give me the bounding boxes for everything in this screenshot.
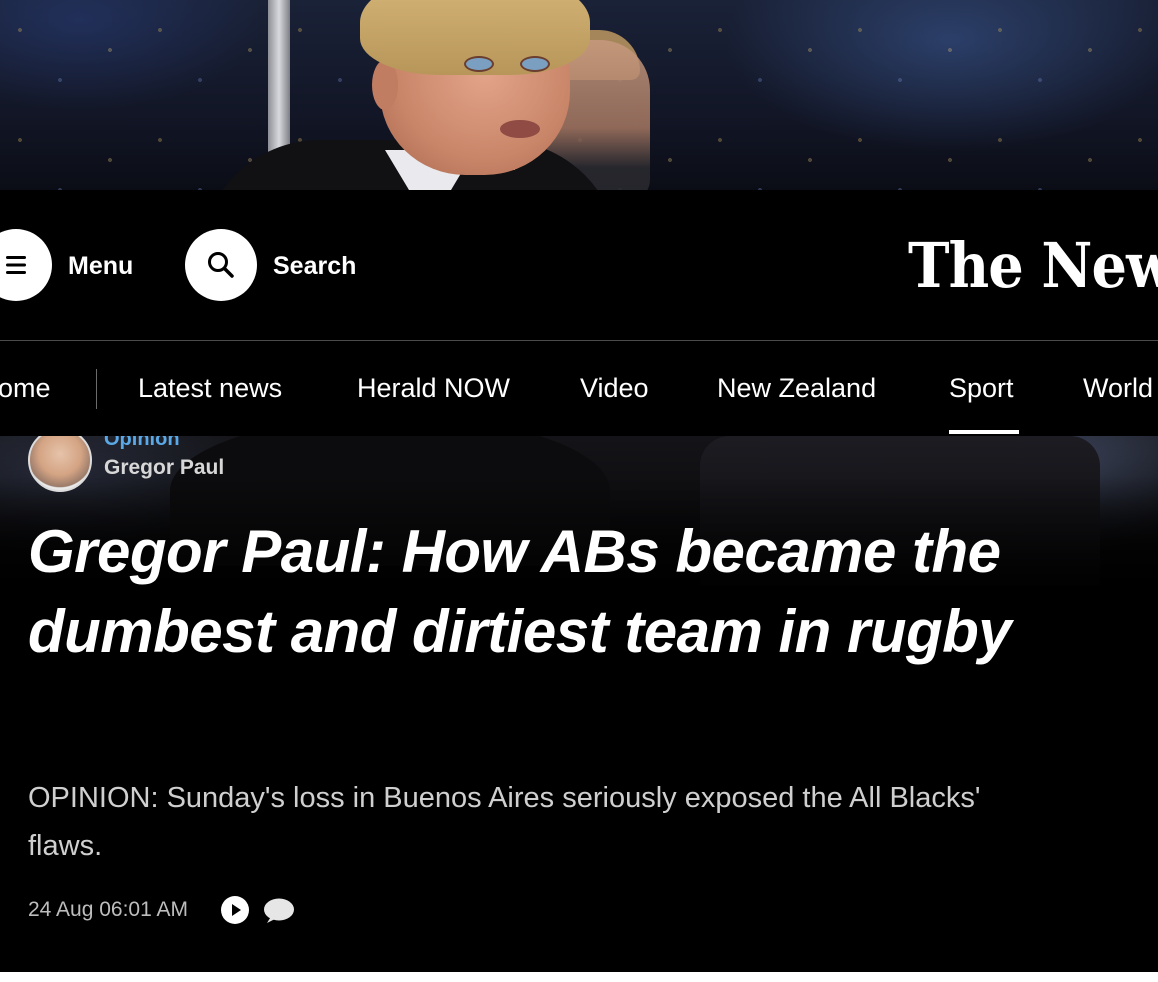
nav-item-new-zealand[interactable]: New Zealand <box>717 371 876 405</box>
menu-label[interactable]: Menu <box>68 250 133 282</box>
nav-item-latest-news[interactable]: Latest news <box>138 371 282 405</box>
search-button[interactable] <box>185 229 257 301</box>
hero-photo <box>0 0 1158 190</box>
hamburger-icon <box>6 256 26 274</box>
coach-mouth <box>500 120 540 138</box>
comment-icon[interactable] <box>263 897 295 925</box>
site-logo[interactable]: The New Z <box>908 226 1158 306</box>
publish-timestamp: 24 Aug 06:01 AM <box>28 898 188 921</box>
play-icon[interactable] <box>221 896 249 924</box>
article-hero: Opinion Gregor Paul Gregor Paul: How ABs… <box>0 436 1158 972</box>
nav-active-indicator <box>949 430 1019 434</box>
search-label[interactable]: Search <box>273 250 356 282</box>
section-nav: ome Latest news Herald NOW Video New Zea… <box>0 340 1158 436</box>
site-header: Menu Search The New Z <box>0 190 1158 340</box>
section-label[interactable]: Opinion <box>104 436 180 450</box>
nav-item-world[interactable]: World <box>1083 371 1153 405</box>
author-name[interactable]: Gregor Paul <box>104 455 224 481</box>
article-standfirst: OPINION: Sunday's loss in Buenos Aires s… <box>28 782 981 862</box>
article-headline[interactable]: Gregor Paul: How ABs became the dumbest … <box>28 512 1128 672</box>
search-icon <box>208 252 234 278</box>
nav-item-home[interactable]: ome <box>0 371 51 405</box>
nav-item-video[interactable]: Video <box>580 371 649 405</box>
nav-divider <box>96 369 97 409</box>
coach-eye-right <box>520 56 550 72</box>
nav-item-herald-now[interactable]: Herald NOW <box>357 371 510 405</box>
coach-eye-left <box>464 56 494 72</box>
nav-item-sport[interactable]: Sport <box>949 371 1014 405</box>
page: Menu Search The New Z ome Latest news He… <box>0 0 1158 982</box>
menu-button[interactable] <box>0 229 52 301</box>
